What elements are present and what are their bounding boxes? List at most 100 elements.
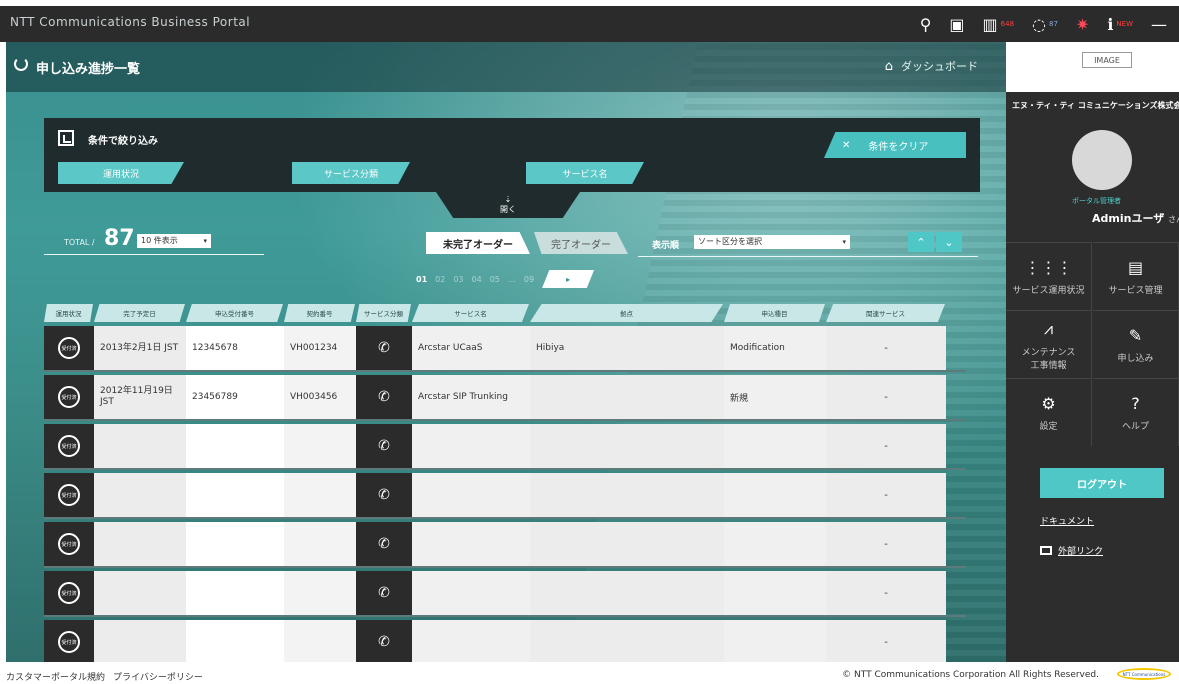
table-row[interactable]: 受付済 ✆ - [44, 473, 966, 519]
contract-number-cell-text: VH001234 [290, 343, 338, 353]
page-09[interactable]: 09 [524, 275, 534, 284]
related-service-cell-text: - [884, 489, 888, 501]
table-row[interactable]: 受付済 ✆ - [44, 571, 966, 617]
divider [638, 256, 978, 257]
sidebar-item-apply[interactable]: ✎ 申し込み [1093, 310, 1179, 378]
page-05[interactable]: 05 [490, 275, 500, 284]
column-header[interactable]: サービス名 [412, 304, 529, 322]
phone-icon: ✆ [378, 536, 390, 552]
company-name: エヌ・ティ・ティ コミュニケーションズ株式会社 [1012, 101, 1179, 110]
logout-button[interactable]: ログアウト [1040, 468, 1164, 498]
sidebar-item-gear[interactable]: ⚙ 設定 [1006, 378, 1092, 446]
filter-chip-service-category[interactable]: サービス分類 [292, 162, 410, 184]
contract-number-cell [284, 473, 356, 517]
table-row[interactable]: 受付済 ✆ - [44, 620, 966, 662]
sidebar-item-document[interactable]: ▤ サービス管理 [1093, 242, 1179, 310]
status-cell: 受付済 [44, 620, 94, 662]
table-row[interactable]: 受付済 ✆ - [44, 424, 966, 470]
sidebar-item-grid[interactable]: ⋮⋮⋮ サービス運用状況 [1006, 242, 1092, 310]
document-link[interactable]: ドキュメント [1040, 514, 1094, 527]
related-service-cell-text: - [884, 538, 888, 550]
info-button[interactable]: ℹ NEW [1103, 10, 1137, 38]
application-type-cell [724, 424, 826, 468]
filter-chip-status[interactable]: 運用状況 [58, 162, 184, 184]
column-header[interactable]: サービス分類 [356, 304, 411, 322]
filter-open-toggle[interactable]: ⇣ 開く [436, 192, 580, 218]
server-button[interactable]: ▥ 648 [979, 10, 1019, 38]
minimize-button[interactable]: — [1147, 10, 1171, 38]
terms-link[interactable]: カスタマーポータル規約 [6, 670, 105, 683]
column-header[interactable]: 運用状況 [44, 304, 93, 322]
application-type-cell: Modification [724, 326, 826, 370]
main-area: 申し込み進捗一覧 ⌂ ダッシュボード 条件で絞り込み ✕ 条件をクリア 運用状況… [6, 42, 1006, 662]
sort-descending-button[interactable]: ⌄ [936, 232, 962, 252]
service-name-cell [412, 620, 530, 662]
column-header[interactable]: 完了予定日 [94, 304, 185, 322]
maintenance-icon: ⩘ [1043, 318, 1054, 338]
sort-select[interactable]: ソート区分を選択 ▾ [694, 235, 850, 249]
status-icon[interactable]: 受付済 [58, 484, 80, 506]
table-row[interactable]: 受付済 2012年11月19日 JST 23456789 VH003456 ✆ Arcst… [44, 375, 966, 421]
column-header[interactable]: 申込種目 [724, 304, 825, 322]
chat-button[interactable]: ▣ [945, 10, 968, 38]
notification-count: NEW [1116, 20, 1133, 28]
service-name-cell [412, 522, 530, 566]
spinner-button[interactable]: ◌ 87 [1028, 10, 1062, 38]
status-icon[interactable]: 受付済 [58, 631, 80, 653]
status-cell: 受付済 [44, 571, 94, 615]
document-icon: ▤ [1127, 257, 1144, 277]
sidebar-item-label: サービス運用状況 [1012, 285, 1085, 296]
related-service-cell-text: - [884, 342, 888, 354]
alert-button[interactable]: ✷ [1072, 10, 1093, 38]
user-name-value: Adminユーザ [1092, 212, 1165, 225]
service-category-cell: ✆ [356, 571, 412, 615]
user-role: ポータル管理者 [1072, 197, 1121, 205]
spinner-icon: ◌ [1032, 14, 1046, 34]
status-cell: 受付済 [44, 424, 94, 468]
status-icon[interactable]: 受付済 [58, 435, 80, 457]
privacy-link[interactable]: プライバシーポリシー [113, 670, 203, 683]
clear-filter-button[interactable]: ✕ 条件をクリア [824, 132, 966, 158]
column-header[interactable]: 拠点 [530, 304, 723, 322]
table-row[interactable]: 受付済 2013年2月1日 JST 12345678 VH001234 ✆ Arcstar… [44, 326, 966, 372]
per-page-select[interactable]: 10 件表示 ▾ [137, 234, 211, 248]
receipt-number-cell: 23456789 [186, 375, 284, 419]
column-header[interactable]: 契約番号 [284, 304, 355, 322]
column-header[interactable]: 申込受付番号 [186, 304, 283, 322]
page-02[interactable]: 02 [435, 275, 445, 284]
sort-ascending-button[interactable]: ⌃ [908, 232, 934, 252]
tab-complete-orders[interactable]: 完了オーダー [534, 232, 628, 254]
status-icon[interactable]: 受付済 [58, 533, 80, 555]
home-icon: ⌂ [884, 58, 893, 74]
brand-title: NTT Communications Business Portal [10, 15, 251, 29]
completion-date-cell-text: 2012年11月19日 JST [100, 386, 173, 407]
receipt-number-cell [186, 620, 284, 662]
filter-chip-service-name[interactable]: サービス名 [526, 162, 644, 184]
per-page-value: 10 件表示 [141, 236, 178, 245]
status-icon[interactable]: 受付済 [58, 582, 80, 604]
search-button[interactable]: ⚲ [916, 10, 936, 38]
external-link[interactable]: 外部リンク [1040, 544, 1103, 557]
next-page-button[interactable]: ▸ [542, 270, 595, 288]
top-bar: NTT Communications Business Portal ⚲ ▣ ▥ 64… [0, 6, 1179, 42]
sidebar-item-help[interactable]: ? ヘルプ [1093, 378, 1179, 446]
page-03[interactable]: 03 [453, 275, 463, 284]
column-header[interactable]: 関連サービス [826, 304, 945, 322]
chevron-right-icon: ▸ [566, 274, 571, 284]
contract-number-cell-text: VH003456 [290, 392, 338, 402]
total-area: TOTAL / 87 10 件表示 ▾ [44, 226, 264, 255]
page-01[interactable]: 01 [416, 275, 427, 284]
table-row[interactable]: 受付済 ✆ - [44, 522, 966, 568]
completion-date-cell [94, 473, 186, 517]
status-icon[interactable]: 受付済 [58, 386, 80, 408]
expand-icon: ⇣ [504, 195, 512, 204]
status-icon[interactable]: 受付済 [58, 337, 80, 359]
page-04[interactable]: 04 [472, 275, 482, 284]
tab-incomplete-orders[interactable]: 未完了オーダー [426, 232, 530, 254]
info-icon: ℹ [1107, 14, 1114, 34]
phone-icon: ✆ [378, 634, 390, 650]
external-link-label: 外部リンク [1058, 547, 1104, 557]
related-service-cell: - [826, 375, 946, 419]
sidebar-item-maintenance[interactable]: ⩘ メンテナンス 工事情報 [1006, 310, 1092, 378]
dashboard-link[interactable]: ⌂ ダッシュボード [885, 58, 978, 74]
